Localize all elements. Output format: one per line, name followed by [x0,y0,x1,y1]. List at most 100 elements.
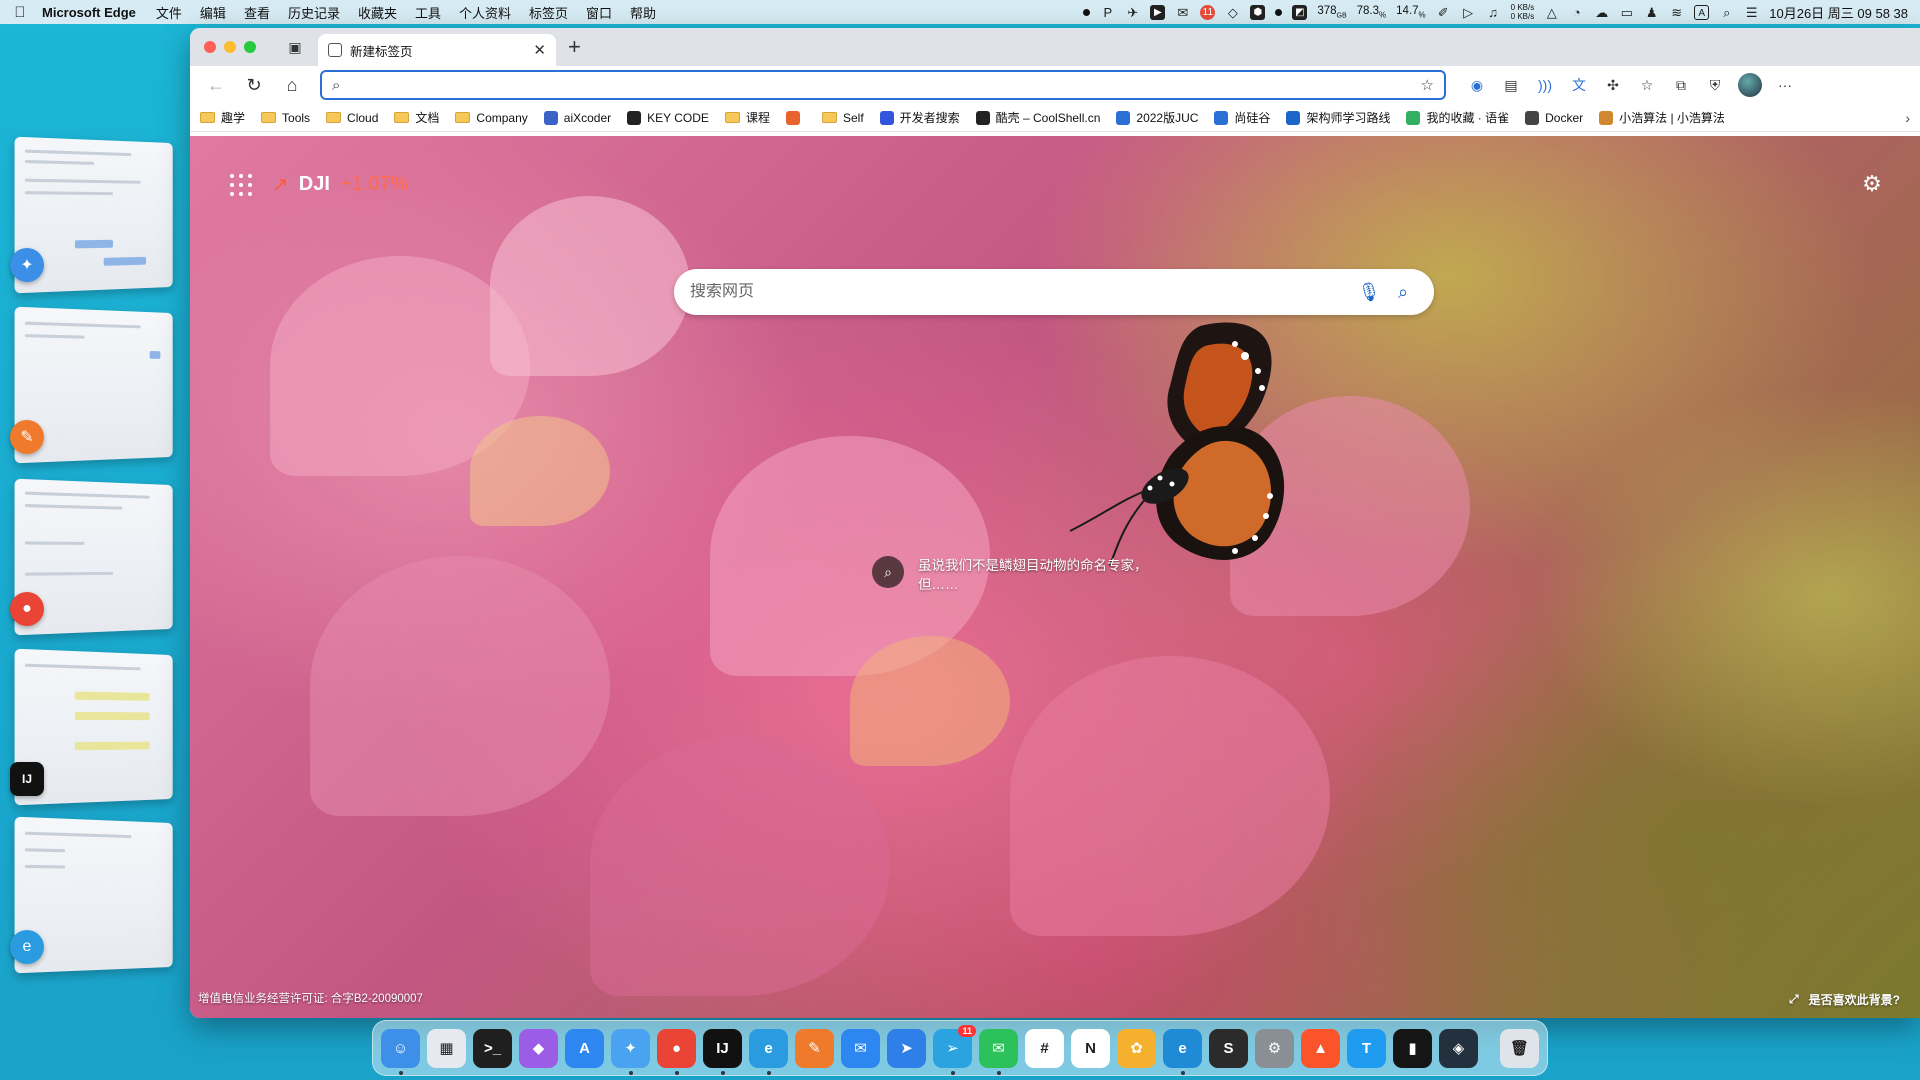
extensions-icon[interactable]: ✣ [1602,74,1624,96]
chrome-icon[interactable]: ● [657,1028,696,1075]
bird-icon[interactable]: ✈ [1125,5,1140,20]
scroll-icon[interactable]: ◩ [1292,4,1308,20]
close-tab-icon[interactable]: ✕ [533,41,546,59]
bookmark-item[interactable]: Cloud [326,111,378,125]
read-aloud-icon[interactable]: ))) [1534,74,1556,96]
qq-icon[interactable]: ☁ [1594,5,1609,20]
safari-icon[interactable]: ✦ [10,248,44,282]
brush-icon[interactable]: ✐ [1436,5,1451,20]
menu-edit[interactable]: 编辑 [200,3,226,22]
tab-actions-icon[interactable]: ▣ [286,39,304,56]
menu-tools[interactable]: 工具 [415,3,441,22]
home-button[interactable]: ⌂ [276,70,308,100]
edge-canary-icon[interactable]: e [1163,1028,1202,1075]
edge-icon[interactable]: e [749,1028,788,1075]
expand-icon[interactable]: ⤢ [1789,992,1799,1007]
battery-readout[interactable]: 14.7% [1396,5,1426,19]
bookmark-item[interactable]: 酷壳 – CoolShell.cn [975,109,1100,126]
web-search-input[interactable] [690,283,1352,301]
finder-icon[interactable]: ☺ [381,1028,420,1075]
new-tab-button[interactable]: + [568,36,581,58]
back-button[interactable]: ← [200,70,232,100]
brave-icon[interactable]: ▲ [1301,1028,1340,1068]
visual-search-icon[interactable]: ⌕ [872,556,904,588]
bookmark-item[interactable] [785,110,806,125]
notion-icon[interactable]: N [1071,1028,1110,1068]
favorites-icon[interactable]: ☆ [1636,74,1658,96]
add-favorite-icon[interactable]: ☆ [1421,76,1434,94]
hex-icon[interactable]: ⬢ [1250,4,1266,20]
collections-icon[interactable]: ⧉ [1670,74,1692,96]
input-source-icon[interactable]: A [1694,4,1710,20]
more-menu-icon[interactable]: ··· [1774,74,1796,96]
extension-store-icon[interactable]: ▤ [1500,74,1522,96]
dot2-icon[interactable] [1275,8,1283,16]
migrate-icon[interactable]: ➤ [887,1028,926,1068]
control-center-icon[interactable]: ☰ [1744,5,1759,20]
bookmark-item[interactable]: Company [455,111,528,125]
dot-icon[interactable] [1083,8,1091,16]
user-icon[interactable]: ♟ [1644,5,1659,20]
tab-new-tab[interactable]: 新建标签页 ✕ [318,34,556,66]
bookmark-item[interactable]: 小浩算法 | 小浩算法 [1599,109,1725,126]
display-icon[interactable]: ▭ [1619,5,1634,20]
istat-icon[interactable]: ▮ [1393,1028,1432,1068]
address-input[interactable] [348,77,1421,93]
network-readout[interactable]: 0 KB/s 0 KB/s [1511,3,1535,21]
bookmark-item[interactable]: Self [821,111,864,125]
license-text[interactable]: 增值电信业务经营许可证: 合字B2-20090007 [198,990,423,1006]
more-bookmarks-icon[interactable]: › [1905,110,1910,126]
menu-view[interactable]: 查看 [244,3,270,22]
airmail-icon[interactable]: ✉ [841,1028,880,1068]
wechat-icon[interactable]: ✉ [1175,5,1190,20]
menu-favorites[interactable]: 收藏夹 [358,3,397,22]
profile-avatar[interactable] [1738,73,1762,97]
shortcuts-icon[interactable]: ◆ [519,1028,558,1068]
settings-icon[interactable]: ⚙ [1860,172,1884,196]
bookmark-item[interactable]: 2022版JUC [1116,109,1198,126]
apple-icon[interactable]:  [12,4,28,21]
menu-tabs[interactable]: 标签页 [529,3,568,22]
stock-ticker[interactable]: ↗ DJI +1.07% [272,172,408,197]
bookmark-item[interactable]: KEY CODE [627,110,709,125]
audio-icon[interactable]: ♫ [1486,5,1501,20]
menu-history[interactable]: 历史记录 [288,3,340,22]
trash-icon[interactable]: 🗑 [1500,1028,1539,1068]
bookmark-item[interactable]: aiXcoder [543,110,611,125]
refresh-button[interactable]: ↻ [238,70,270,100]
spotlight-icon[interactable]: ⌕ [1719,5,1734,20]
apps-grid-icon[interactable] [230,173,252,196]
extension-globe-icon[interactable]: ◉ [1466,74,1488,96]
bookmark-item[interactable]: 架构师学习路线 [1286,109,1390,126]
close-window-button[interactable] [204,41,216,53]
clock[interactable]: 10月26日 周三 09 58 38 [1769,3,1908,22]
terminal-icon[interactable]: >_ [473,1028,512,1068]
memory-readout[interactable]: 378GB [1317,5,1346,19]
slack-icon[interactable]: # [1025,1028,1064,1068]
bookmark-item[interactable]: 趣学 [200,109,245,126]
dev-tool-icon[interactable]: ◈ [1439,1028,1478,1068]
play-icon[interactable]: ▷ [1461,5,1476,20]
launchpad-icon[interactable]: ▦ [427,1028,466,1068]
chrome-icon[interactable]: ● [10,592,44,626]
craft-icon[interactable]: ✿ [1117,1028,1156,1068]
menu-app-name[interactable]: Microsoft Edge [42,5,136,20]
sublime-icon[interactable]: S [1209,1028,1248,1068]
bookmark-item[interactable]: 开发者搜索 [879,109,960,126]
caption-text[interactable]: 虽说我们不是鳞翅目动物的命名专家， 但…… [918,556,1148,594]
pencil-app-icon[interactable]: ✎ [10,420,44,454]
p-app-icon[interactable]: P [1100,5,1115,20]
menu-file[interactable]: 文件 [156,3,182,22]
app-store-icon[interactable]: A [565,1028,604,1068]
search-button-icon[interactable]: ⌕ [1386,275,1420,309]
cpu-readout[interactable]: 78.3% [1357,5,1387,19]
minimize-window-button[interactable] [224,41,236,53]
menu-profile[interactable]: 个人资料 [459,3,511,22]
telegram-icon[interactable]: ➢ 11 [933,1024,976,1075]
intellij-icon[interactable]: IJ [10,762,44,796]
bookmark-item[interactable]: Tools [261,111,310,125]
bookmark-item[interactable]: Docker [1525,110,1583,125]
browser-essentials-icon[interactable]: ⛨ [1704,74,1726,96]
microphone-icon[interactable]: 🎙 [1352,275,1386,309]
translate-icon[interactable]: 文 [1568,74,1590,96]
